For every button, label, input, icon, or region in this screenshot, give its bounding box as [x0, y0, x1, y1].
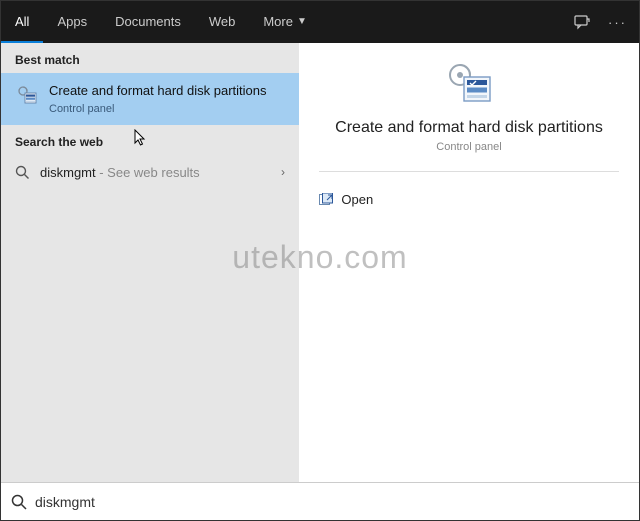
tab-documents-label: Documents	[115, 14, 181, 29]
search-web-label: Search the web	[1, 125, 299, 155]
tab-more[interactable]: More ▼	[249, 1, 321, 43]
tab-web[interactable]: Web	[195, 1, 250, 43]
divider	[319, 171, 618, 172]
search-icon	[15, 165, 30, 180]
best-match-title: Create and format hard disk partitions	[49, 83, 267, 100]
tab-all-label: All	[15, 14, 29, 29]
web-result-suffix: - See web results	[96, 165, 200, 180]
open-action[interactable]: Open	[319, 188, 618, 211]
open-icon	[319, 193, 333, 207]
search-icon	[11, 494, 27, 510]
chevron-down-icon: ▼	[297, 16, 307, 27]
open-label: Open	[341, 192, 373, 207]
tab-web-label: Web	[209, 14, 236, 29]
tab-more-label: More	[263, 14, 293, 29]
web-result-item[interactable]: diskmgmt - See web results ›	[1, 155, 299, 190]
web-result-query: diskmgmt	[40, 165, 96, 180]
results-panel: Best match Create and format hard disk p…	[1, 43, 299, 482]
web-result-text: diskmgmt - See web results	[40, 165, 200, 180]
preview-panel: Create and format hard disk partitions C…	[299, 43, 639, 482]
preview-title: Create and format hard disk partitions	[335, 119, 603, 137]
disk-partition-large-icon	[444, 61, 494, 105]
feedback-icon[interactable]	[574, 14, 590, 30]
chevron-right-icon: ›	[281, 165, 285, 179]
tab-apps[interactable]: Apps	[43, 1, 101, 43]
top-right-icons: ···	[574, 14, 627, 30]
search-scope-tabs: All Apps Documents Web More ▼	[1, 1, 321, 43]
content-area: Best match Create and format hard disk p…	[1, 43, 639, 482]
more-options-icon[interactable]: ···	[608, 15, 627, 30]
search-input[interactable]	[35, 494, 629, 510]
disk-partition-icon	[15, 83, 39, 107]
best-match-text: Create and format hard disk partitions C…	[49, 83, 267, 115]
tab-documents[interactable]: Documents	[101, 1, 195, 43]
preview-subtitle: Control panel	[436, 141, 501, 153]
tab-apps-label: Apps	[57, 14, 87, 29]
top-bar: All Apps Documents Web More ▼ ···	[1, 1, 639, 43]
search-bar[interactable]	[1, 482, 639, 520]
tab-all[interactable]: All	[1, 1, 43, 43]
best-match-subtitle: Control panel	[49, 103, 267, 115]
best-match-label: Best match	[1, 43, 299, 73]
best-match-result[interactable]: Create and format hard disk partitions C…	[1, 73, 299, 125]
